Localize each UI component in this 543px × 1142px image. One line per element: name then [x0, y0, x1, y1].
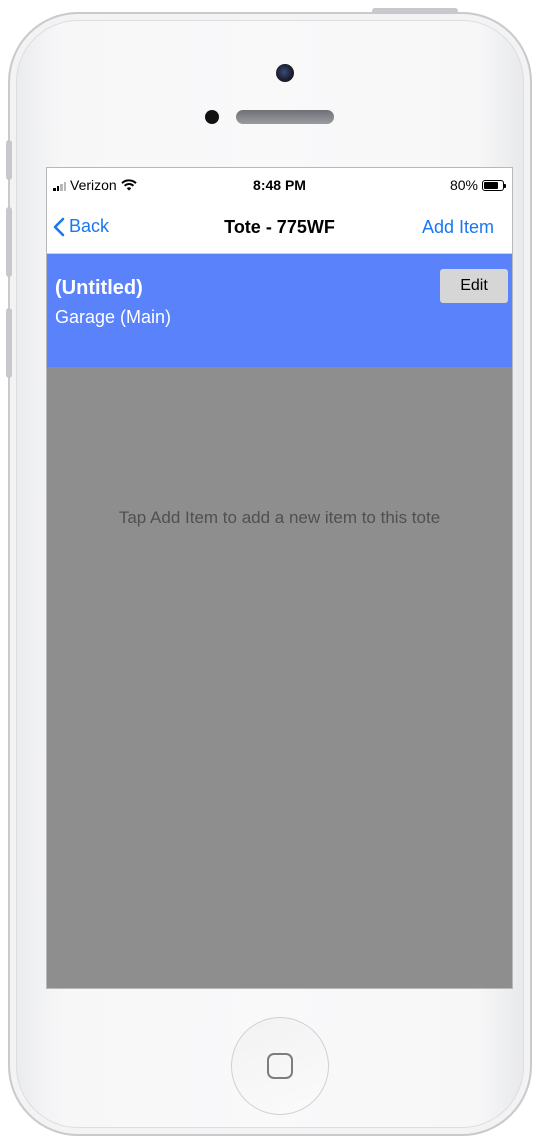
mute-switch	[6, 140, 12, 180]
volume-up-button	[6, 207, 12, 277]
earpiece-speaker	[236, 110, 334, 124]
home-button[interactable]	[231, 1017, 329, 1115]
battery-icon	[482, 179, 506, 191]
tote-header: (Untitled) Garage (Main) Edit	[47, 254, 512, 367]
screen: Verizon 8:48 PM 80% Back Tote - 775WF Ad…	[46, 167, 513, 989]
volume-down-button	[6, 308, 12, 378]
battery-percent: 80%	[449, 177, 478, 193]
front-camera	[276, 64, 294, 82]
status-bar: Verizon 8:48 PM 80%	[47, 168, 512, 202]
proximity-sensor	[205, 110, 219, 124]
empty-state-message: Tap Add Item to add a new item to this t…	[118, 508, 441, 527]
home-button-icon	[267, 1053, 293, 1079]
add-item-button[interactable]: Add Item	[422, 217, 494, 238]
navigation-bar: Back Tote - 775WF Add Item	[47, 202, 512, 254]
status-right: 80%	[449, 177, 506, 193]
back-label: Back	[69, 216, 110, 236]
status-time: 8:48 PM	[253, 177, 306, 193]
chevron-left-icon	[53, 217, 65, 236]
back-button[interactable]: Back	[53, 216, 109, 237]
power-button	[372, 8, 458, 14]
edit-button[interactable]: Edit	[440, 269, 508, 303]
tote-name: (Untitled)	[55, 277, 143, 299]
tote-location: Garage (Main)	[55, 307, 172, 327]
